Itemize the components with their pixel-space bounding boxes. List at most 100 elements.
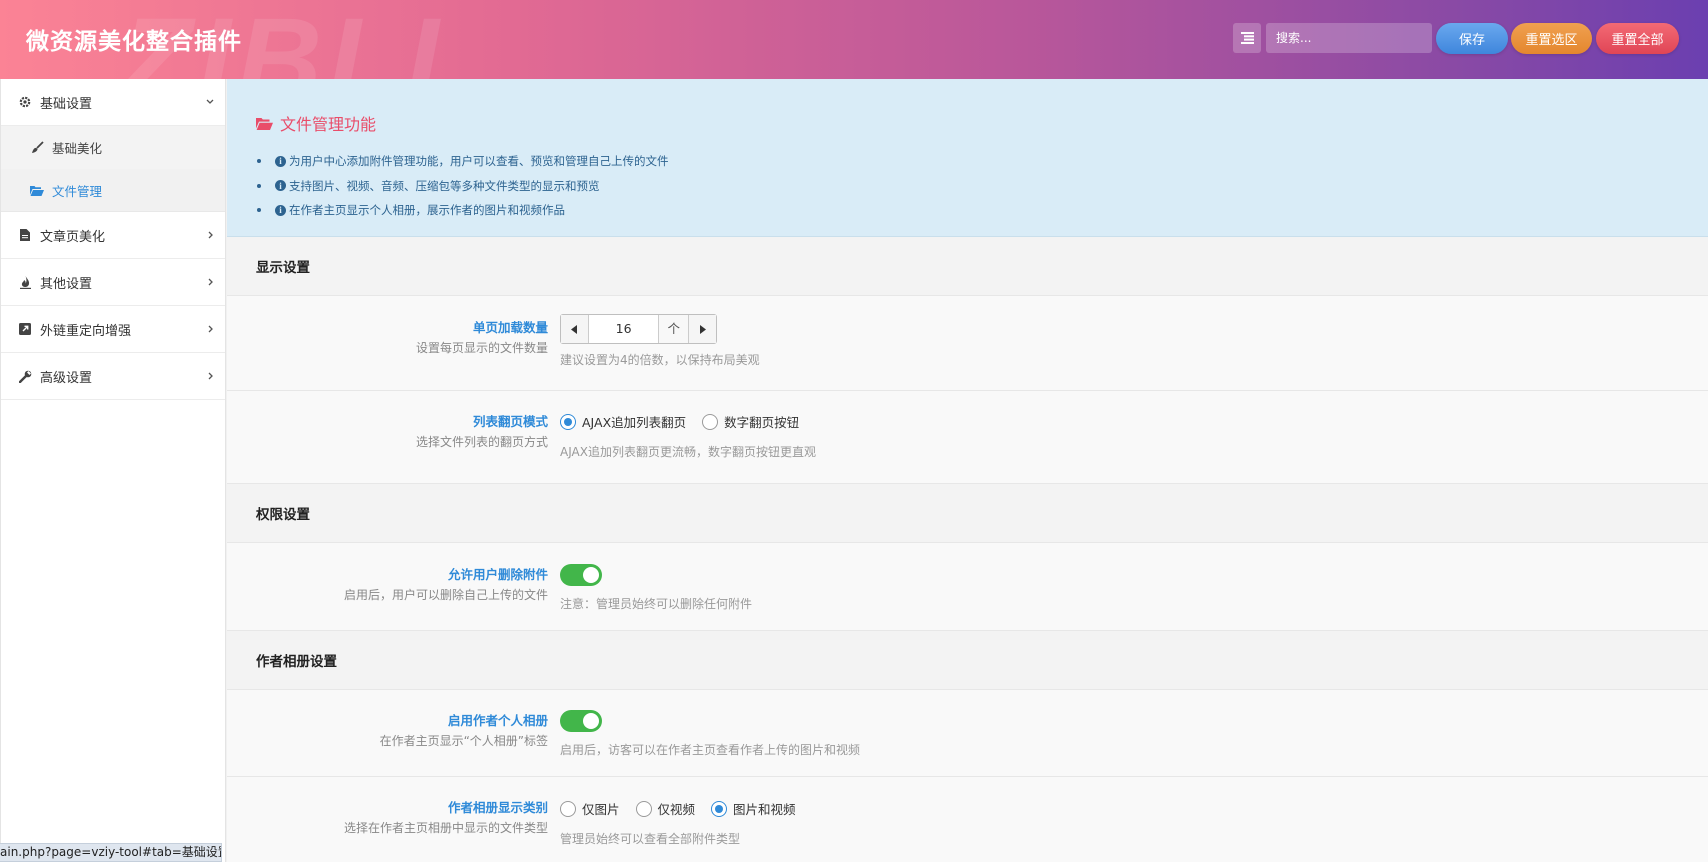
app-title: 微资源美化整合插件 xyxy=(26,29,242,55)
main-content: 文件管理功能 i 为用户中心添加附件管理功能，用户可以查看、预览和管理自己上传的文… xyxy=(227,79,1708,862)
field-row-album-types: 作者相册显示类别 选择在作者主页相册中显示的文件类型 仅图片 仅视频 图片和视频… xyxy=(227,777,1708,862)
info-icon: i xyxy=(275,204,286,216)
radio-ajax-append[interactable]: AJAX追加列表翻页 xyxy=(560,412,686,431)
radio-number-buttons[interactable]: 数字翻页按钮 xyxy=(702,412,799,431)
chevron-right-icon xyxy=(208,372,213,380)
file-icon xyxy=(18,228,32,242)
field-title: 作者相册显示类别 xyxy=(447,800,548,815)
field-label: 作者相册显示类别 选择在作者主页相册中显示的文件类型 xyxy=(344,797,548,836)
sidebar-subitem-label: 文件管理 xyxy=(52,183,103,199)
field-title: 启用作者个人相册 xyxy=(447,713,548,728)
brush-icon xyxy=(30,141,44,155)
enable-album-toggle[interactable] xyxy=(560,710,602,732)
field-hint: 启用后，访客可以在作者主页查看作者上传的图片和视频 xyxy=(560,743,861,757)
list-item: i 支持图片、视频、音频、压缩包等多种文件类型的显示和预览 xyxy=(256,174,1708,199)
fire-icon xyxy=(18,275,32,289)
section-heading-album: 作者相册设置 xyxy=(227,631,1708,690)
field-label: 单页加载数量 设置每页显示的文件数量 xyxy=(416,317,548,356)
info-icon: i xyxy=(275,180,286,192)
banner-bullet-list: i 为用户中心添加附件管理功能，用户可以查看、预览和管理自己上传的文件 i 支持图片… xyxy=(256,149,1708,223)
sidebar-item-label: 外链重定向增强 xyxy=(40,323,132,339)
sidebar-subitem-file-management[interactable]: 文件管理 xyxy=(1,169,225,212)
external-link-icon xyxy=(18,322,32,336)
section-heading-permission: 权限设置 xyxy=(227,484,1708,543)
field-description: 选择在作者主页相册中显示的文件类型 xyxy=(343,821,548,835)
radio-button[interactable] xyxy=(711,800,728,817)
chevron-right-icon xyxy=(208,325,213,333)
bullet-text: 在作者主页显示个人相册，展示作者的图片和视频作品 xyxy=(289,203,565,218)
radio-images-only[interactable]: 仅图片 xyxy=(560,799,620,818)
radio-button[interactable] xyxy=(702,413,719,430)
radio-button[interactable] xyxy=(635,800,652,817)
field-hint: AJAX追加列表翻页更流畅，数字翻页按钮更直观 xyxy=(560,445,816,459)
list-icon xyxy=(1240,32,1254,44)
radio-label: 数字翻页按钮 xyxy=(724,415,800,430)
sidebar-item-label: 高级设置 xyxy=(40,370,93,386)
banner-title-text: 文件管理功能 xyxy=(280,115,377,134)
field-label: 列表翻页模式 选择文件列表的翻页方式 xyxy=(416,411,548,450)
folder-open-icon xyxy=(30,183,44,197)
info-banner: 文件管理功能 i 为用户中心添加附件管理功能，用户可以查看、预览和管理自己上传的文… xyxy=(227,79,1708,237)
field-title: 单页加载数量 xyxy=(472,320,548,335)
field-row-allow-delete: 允许用户删除附件 启用后，用户可以删除自己上传的文件 注意：管理员始终可以删除任… xyxy=(227,543,1708,631)
field-label: 启用作者个人相册 在作者主页显示“个人相册”标签 xyxy=(380,710,548,749)
save-button[interactable]: 保存 xyxy=(1436,23,1508,54)
folder-open-icon xyxy=(256,117,273,130)
decrement-button[interactable] xyxy=(561,315,589,343)
field-description: 选择文件列表的翻页方式 xyxy=(415,435,548,449)
increment-button[interactable] xyxy=(688,315,717,343)
field-title: 列表翻页模式 xyxy=(472,414,548,429)
radio-button[interactable] xyxy=(560,413,576,430)
sidebar-item-external-link[interactable]: 外链重定向增强 xyxy=(1,306,225,353)
album-types-radio-group: 仅图片 仅视频 图片和视频 xyxy=(560,799,812,818)
list-item: i 在作者主页显示个人相册，展示作者的图片和视频作品 xyxy=(256,198,1708,223)
pagination-radio-group: AJAX追加列表翻页 数字翻页按钮 xyxy=(560,412,816,431)
field-label: 允许用户删除附件 启用后，用户可以删除自己上传的文件 xyxy=(344,564,548,603)
caret-right-icon xyxy=(699,324,706,334)
field-hint: 管理员始终可以查看全部附件类型 xyxy=(560,832,741,846)
field-hint: 注意：管理员始终可以删除任何附件 xyxy=(560,597,753,611)
chevron-right-icon xyxy=(208,278,213,286)
sidebar-subitem-basic-beautify[interactable]: 基础美化 xyxy=(1,126,225,169)
sidebar-item-article-beautify[interactable]: 文章页美化 xyxy=(1,212,225,259)
radio-images-and-videos[interactable]: 图片和视频 xyxy=(711,799,796,818)
quantity-unit: 个 xyxy=(658,315,689,343)
sidebar-item-basic-settings[interactable]: 基础设置 xyxy=(1,79,225,126)
field-row-enable-album: 启用作者个人相册 在作者主页显示“个人相册”标签 启用后，访客可以在作者主页查看… xyxy=(227,690,1708,777)
reset-all-button[interactable]: 重置全部 xyxy=(1596,23,1679,54)
sidebar-item-label: 基础设置 xyxy=(40,96,93,112)
radio-label: 图片和视频 xyxy=(733,802,796,817)
field-description: 设置每页显示的文件数量 xyxy=(415,341,548,355)
radio-videos-only[interactable]: 仅视频 xyxy=(635,799,696,818)
radio-label: AJAX追加列表翻页 xyxy=(582,415,687,430)
quantity-stepper[interactable]: 16 个 xyxy=(560,314,717,344)
chevron-right-icon xyxy=(208,231,213,239)
field-hint: 建议设置为4的倍数，以保持布局美观 xyxy=(560,353,760,367)
bullet-text: 为用户中心添加附件管理功能，用户可以查看、预览和管理自己上传的文件 xyxy=(289,154,669,169)
search-input[interactable] xyxy=(1266,23,1432,53)
field-row-pagination: 列表翻页模式 选择文件列表的翻页方式 AJAX追加列表翻页 数字翻页按钮 AJA… xyxy=(227,391,1708,484)
reset-section-button[interactable]: 重置选区 xyxy=(1511,23,1592,54)
info-icon: i xyxy=(275,155,286,167)
allow-delete-toggle[interactable] xyxy=(560,564,602,586)
radio-button[interactable] xyxy=(560,800,576,817)
gear-icon xyxy=(18,95,32,109)
field-row-per-page: 单页加载数量 设置每页显示的文件数量 16 个 建议设置为4的倍数，以保持布局美… xyxy=(227,296,1708,391)
field-description: 在作者主页显示“个人相册”标签 xyxy=(379,734,548,748)
field-description: 启用后，用户可以删除自己上传的文件 xyxy=(343,588,548,602)
chevron-down-icon xyxy=(206,99,214,104)
wrench-icon xyxy=(18,369,32,383)
sidebar-item-other-settings[interactable]: 其他设置 xyxy=(1,259,225,306)
caret-left-icon xyxy=(571,324,578,334)
radio-label: 仅图片 xyxy=(582,802,620,817)
bullet-text: 支持图片、视频、音频、压缩包等多种文件类型的显示和预览 xyxy=(289,178,600,193)
quantity-input[interactable]: 16 xyxy=(589,315,659,343)
radio-label: 仅视频 xyxy=(657,802,696,817)
sidebar-item-label: 文章页美化 xyxy=(40,229,106,245)
expand-toggle-button[interactable] xyxy=(1233,23,1261,53)
header-bar: ZIBLL 微资源美化整合插件 保存 重置选区 重置全部 xyxy=(0,0,1708,79)
sidebar-item-label: 其他设置 xyxy=(40,276,93,292)
sidebar-item-advanced-settings[interactable]: 高级设置 xyxy=(1,353,225,400)
section-heading-display: 显示设置 xyxy=(227,237,1708,296)
sidebar-subitem-label: 基础美化 xyxy=(52,141,103,156)
